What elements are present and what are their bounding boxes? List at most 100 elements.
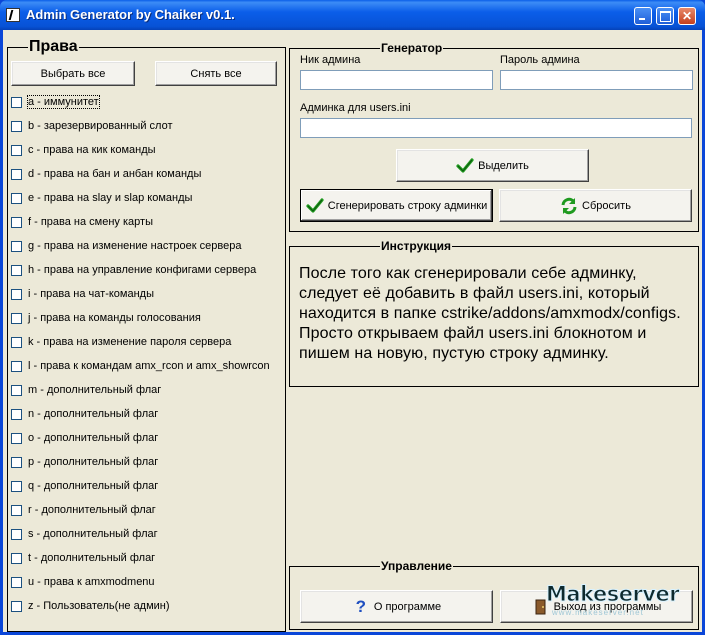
about-label: О программе (373, 600, 442, 613)
generator-group-title: Генератор (381, 41, 443, 55)
app-icon[interactable] (6, 8, 20, 22)
checkbox[interactable] (11, 312, 22, 324)
flag-label: b - зарезервированный слот (28, 120, 173, 132)
checkbox[interactable] (11, 384, 22, 396)
client-area: Права Выбрать все Снять все a - иммуните… (3, 30, 702, 632)
makeserver-watermark: Makeserver www.makeserver.net (545, 582, 696, 622)
flag-label: f - права на смену карты (28, 216, 153, 228)
checkbox[interactable] (11, 456, 22, 468)
flag-checkbox-row[interactable]: f - права на смену карты (11, 214, 153, 230)
app-window: Admin Generator by Chaiker v0.1. ✕ Права… (0, 0, 705, 635)
flag-checkbox-row[interactable]: a - иммунитет (11, 94, 100, 110)
checkbox[interactable] (11, 96, 22, 108)
flag-label: s - дополнительный флаг (28, 528, 158, 540)
users-ini-input[interactable] (300, 118, 692, 138)
flag-checkbox-row[interactable]: m - дополнительный флаг (11, 382, 161, 398)
flag-label: k - права на изменение пароля сервера (28, 336, 232, 348)
checkbox[interactable] (11, 504, 22, 516)
nick-input[interactable] (300, 70, 493, 90)
password-label: Пароль админа (500, 54, 580, 66)
flag-label: p - дополнительный флаг (28, 456, 159, 468)
instruction-text: После того как сгенерировали себе админк… (299, 265, 681, 362)
checkbox[interactable] (11, 360, 22, 372)
reset-button[interactable]: Сбросить (499, 189, 692, 222)
instruction-group: Инструкция После того как сгенерировали … (289, 240, 699, 387)
flag-label: d - права на бан и анбан команды (28, 168, 202, 180)
flag-label: q - дополнительный флаг (28, 480, 159, 492)
checkbox[interactable] (11, 408, 22, 420)
checkbox[interactable] (11, 288, 22, 300)
flag-checkbox-row[interactable]: q - дополнительный флаг (11, 478, 158, 494)
flag-checkbox-row[interactable]: p - дополнительный флаг (11, 454, 158, 470)
flag-label: c - права на кик команды (28, 144, 156, 156)
flag-checkbox-row[interactable]: u - права к amxmodmenu (11, 574, 155, 590)
flag-checkbox-row[interactable]: h - права на управление конфигами сервер… (11, 262, 256, 278)
checkbox[interactable] (11, 336, 22, 348)
flag-checkbox-row[interactable]: z - Пользователь(не админ) (11, 598, 170, 614)
flag-label: i - права на чат-команды (28, 288, 154, 300)
flag-checkbox-row[interactable]: n - дополнительный флаг (11, 406, 158, 422)
flag-label: e - права на slay и slap команды (28, 192, 193, 204)
reset-label: Сбросить (582, 199, 631, 212)
checkbox[interactable] (11, 216, 22, 228)
users-ini-label: Админка для users.ini (300, 102, 411, 114)
checkbox[interactable] (11, 480, 22, 492)
select-all-button[interactable]: Выбрать все (11, 61, 135, 86)
close-icon: ✕ (681, 9, 693, 23)
maximize-icon (660, 11, 671, 22)
flag-label: t - дополнительный флаг (28, 552, 156, 564)
flag-checkbox-row[interactable]: g - права на изменение настроек сервера (11, 238, 241, 254)
flag-label: z - Пользователь(не админ) (28, 600, 170, 612)
flag-label: n - дополнительный флаг (28, 408, 159, 420)
flag-checkbox-row[interactable]: b - зарезервированный слот (11, 118, 172, 134)
checkbox[interactable] (11, 144, 22, 156)
flag-checkbox-row[interactable]: k - права на изменение пароля сервера (11, 334, 231, 350)
select-text-label: Выделить (478, 159, 529, 172)
check-icon (456, 157, 474, 175)
password-input[interactable] (500, 70, 693, 90)
flag-label: h - права на управление конфигами сервер… (28, 264, 257, 276)
window-title: Admin Generator by Chaiker v0.1. (26, 7, 235, 22)
minimize-button[interactable] (634, 7, 652, 25)
checkbox[interactable] (11, 168, 22, 180)
checkbox[interactable] (11, 528, 22, 540)
flag-label: l - права к командам amx_rcon и amx_show… (28, 360, 270, 372)
flag-checkbox-row[interactable]: r - дополнительный флаг (11, 502, 156, 518)
flag-label: o - дополнительный флаг (28, 432, 159, 444)
clear-all-button[interactable]: Снять все (155, 61, 277, 86)
watermark-main-text: Makeserver (545, 582, 680, 607)
checkbox[interactable] (11, 600, 22, 612)
flag-checkbox-row[interactable]: s - дополнительный флаг (11, 526, 158, 542)
flag-checkbox-row[interactable]: t - дополнительный флаг (11, 550, 155, 566)
flag-checkbox-row[interactable]: i - права на чат-команды (11, 286, 154, 302)
checkbox[interactable] (11, 432, 22, 444)
instruction-group-title: Инструкция (381, 239, 452, 253)
checkbox[interactable] (11, 576, 22, 588)
flag-checkbox-row[interactable]: e - права на slay и slap команды (11, 190, 192, 206)
checkbox[interactable] (11, 552, 22, 564)
control-group-title: Управление (381, 559, 452, 573)
watermark-sub-text: www.makeserver.net (552, 608, 644, 617)
about-button[interactable]: ? О программе (300, 590, 493, 623)
checkbox[interactable] (11, 240, 22, 252)
question-icon: ? (355, 596, 367, 616)
checkbox[interactable] (11, 264, 22, 276)
flag-checkbox-row[interactable]: d - права на бан и анбан команды (11, 166, 201, 182)
flag-label: a - иммунитет (27, 95, 100, 109)
flag-checkbox-row[interactable]: l - права к командам amx_rcon и amx_show… (11, 358, 270, 374)
close-button[interactable]: ✕ (678, 7, 696, 25)
select-text-button[interactable]: Выделить (396, 149, 589, 182)
title-bar[interactable]: Admin Generator by Chaiker v0.1. ✕ (0, 0, 705, 30)
flag-checkbox-row[interactable]: o - дополнительный флаг (11, 430, 158, 446)
flag-label: r - дополнительный флаг (28, 504, 156, 516)
flag-label: m - дополнительный флаг (28, 384, 162, 396)
flag-label: g - права на изменение настроек сервера (28, 240, 242, 252)
flag-checkbox-row[interactable]: j - права на команды голосования (11, 310, 201, 326)
refresh-icon (560, 197, 578, 215)
checkbox[interactable] (11, 120, 22, 132)
checkbox[interactable] (11, 192, 22, 204)
flag-checkbox-row[interactable]: c - права на кик команды (11, 142, 156, 158)
maximize-button[interactable] (656, 7, 674, 25)
flag-label: j - права на команды голосования (28, 312, 201, 324)
generate-button[interactable]: Сгенерировать строку админки (300, 189, 493, 222)
